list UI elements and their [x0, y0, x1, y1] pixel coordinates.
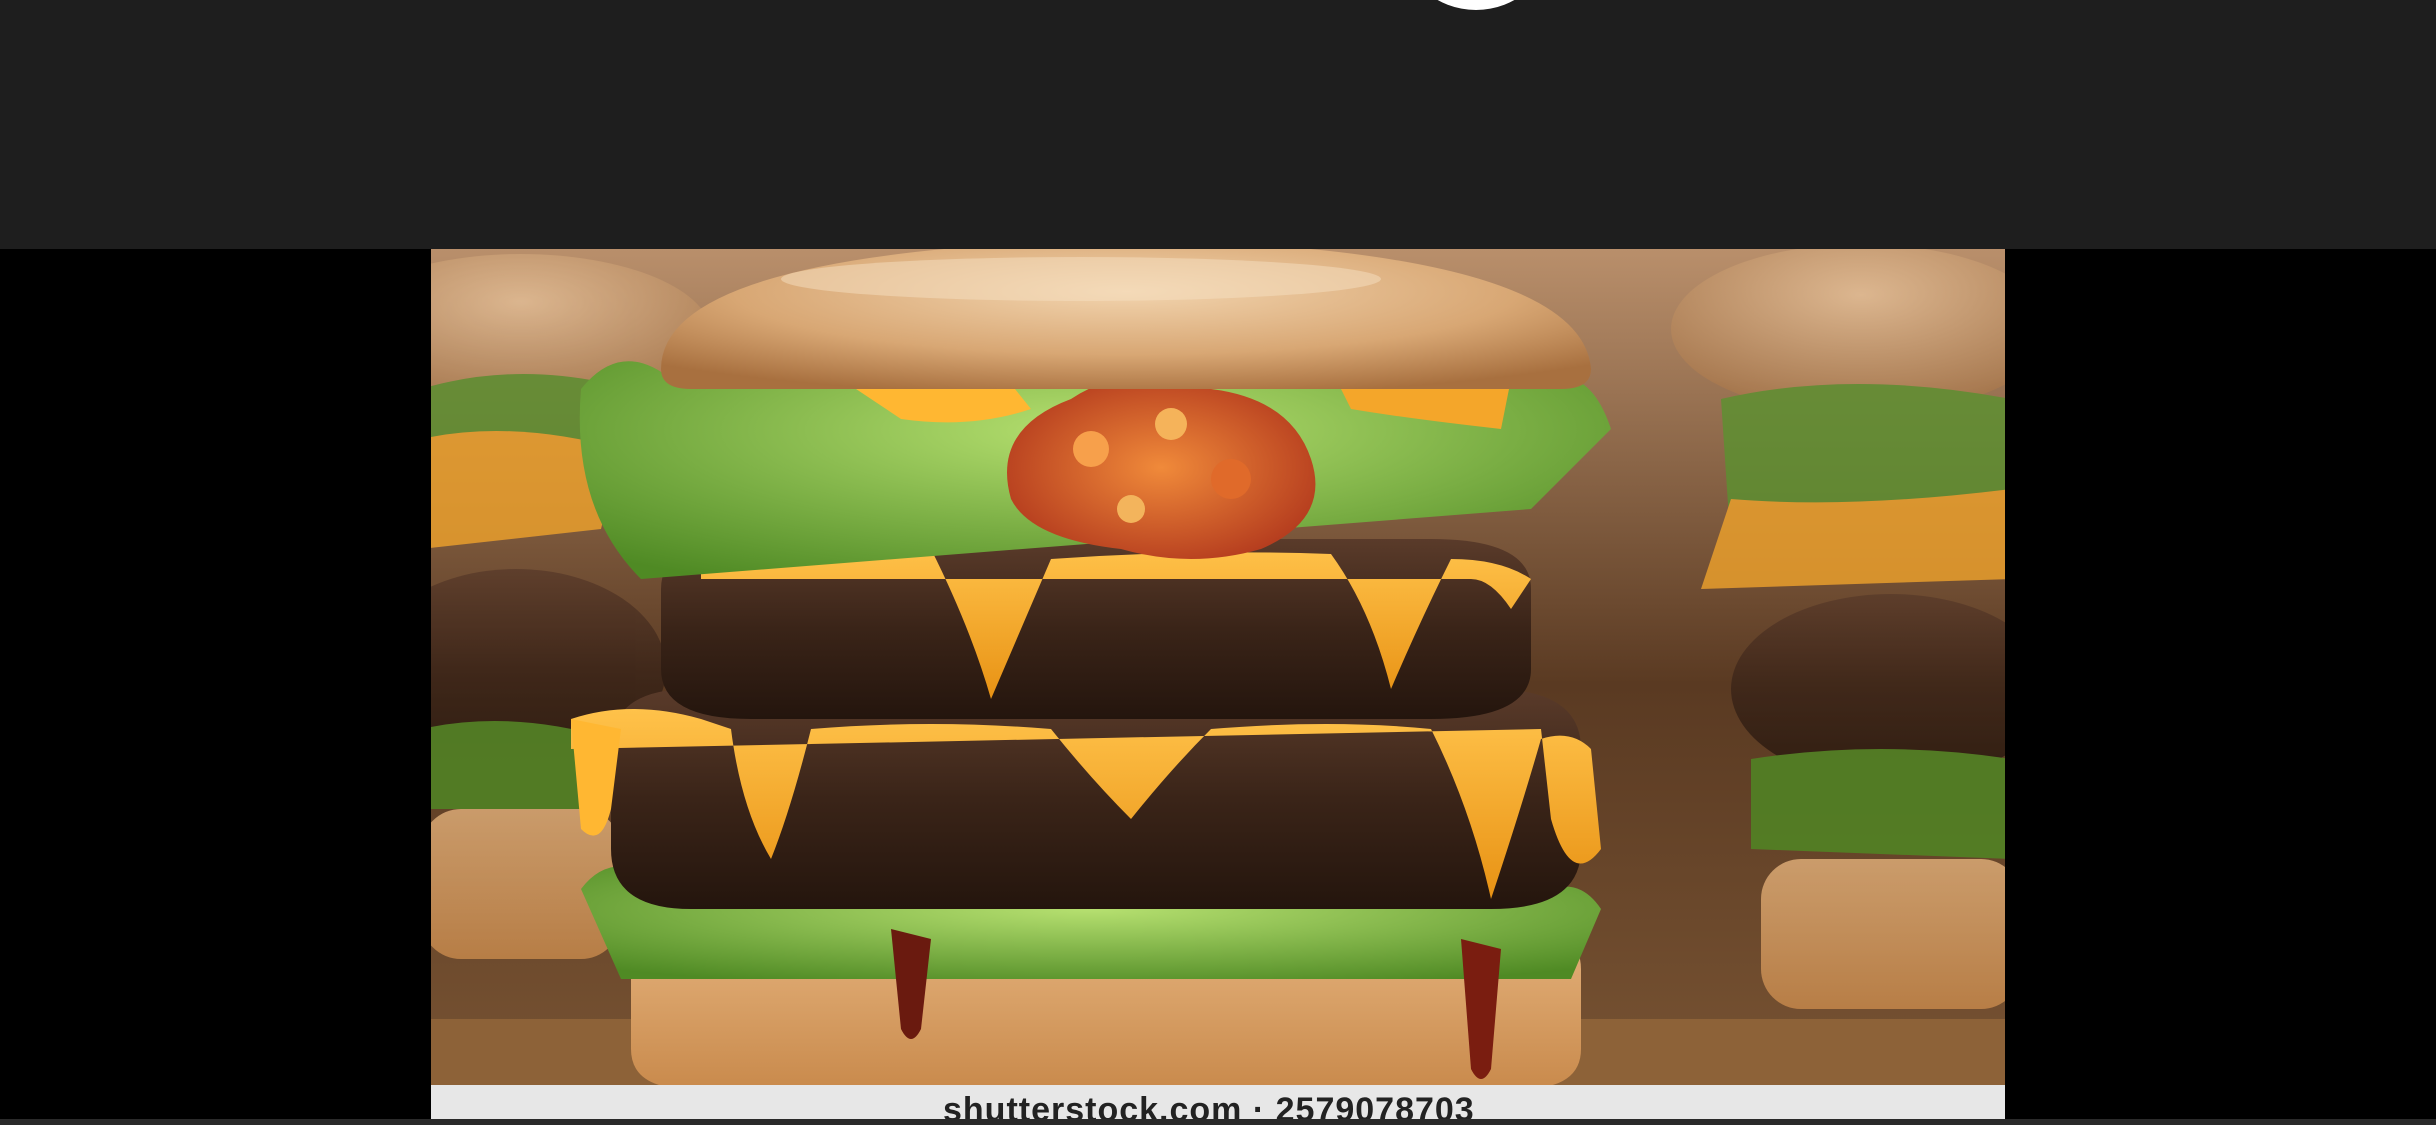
- bottom-strip: [0, 1119, 2436, 1125]
- watermark-bar: shutterstock.com · 2579078703: [431, 1085, 2005, 1119]
- photo[interactable]: shutterstock.com · 2579078703: [431, 249, 2005, 1119]
- image-viewer-page: shutterstock.com · 2579078703: [0, 0, 2436, 1125]
- top-bar: [0, 0, 2436, 249]
- burger-photo: [431, 249, 2005, 1119]
- loading-indicator-icon: [1402, 0, 1550, 10]
- main-burger: [571, 249, 1611, 1089]
- image-viewer: shutterstock.com · 2579078703: [0, 249, 2436, 1119]
- watermark-text: shutterstock.com · 2579078703: [943, 1091, 1475, 1119]
